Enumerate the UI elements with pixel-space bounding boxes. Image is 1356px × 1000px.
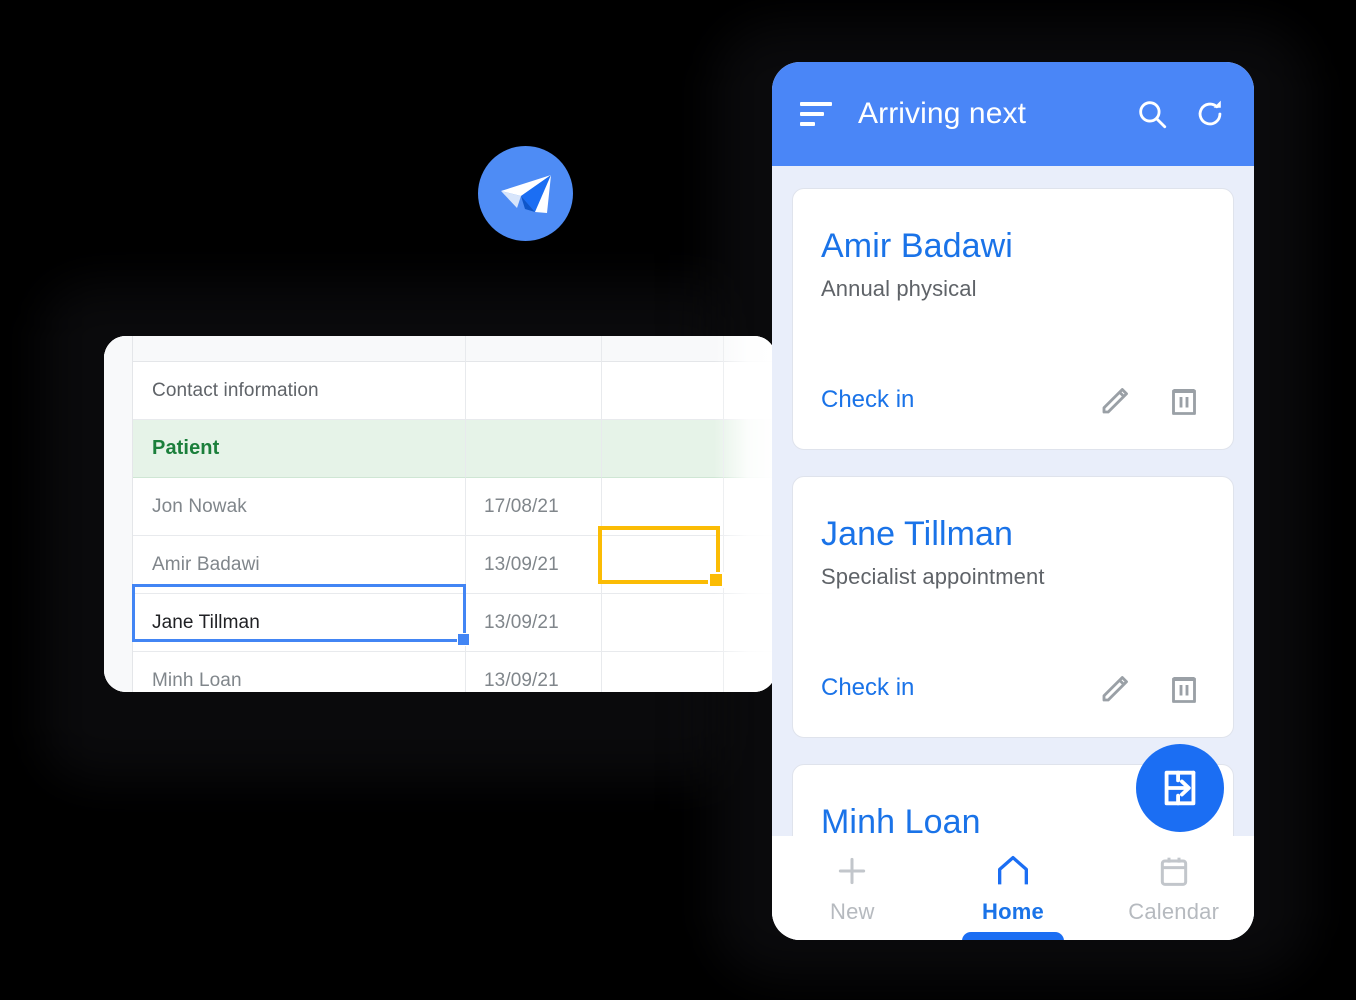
row-header-gutter: [104, 420, 132, 478]
search-icon[interactable]: [1132, 94, 1172, 134]
nav-label: New: [830, 899, 875, 924]
home-icon: [998, 856, 1028, 885]
grid-cell[interactable]: [466, 362, 602, 420]
appointment-card[interactable]: Amir Badawi Annual physical Check in: [792, 188, 1234, 450]
row-header-gutter: [104, 362, 132, 420]
cell-patient-name[interactable]: Minh Loan: [132, 652, 466, 692]
paper-plane-logo: [478, 146, 573, 241]
phone-mockup: Arriving next Amir Badawi Annual physica…: [772, 62, 1254, 940]
cell-patient-label[interactable]: Patient: [132, 420, 466, 478]
refresh-icon[interactable]: [1190, 94, 1230, 134]
calendar-icon: [1160, 857, 1187, 886]
pencil-icon[interactable]: [1095, 667, 1137, 709]
grid-cell[interactable]: [602, 336, 724, 362]
check-in-fab[interactable]: [1136, 744, 1224, 832]
app-bar-title: Arriving next: [858, 97, 1027, 130]
row-header-gutter: [104, 536, 132, 594]
grid-cell[interactable]: [724, 420, 776, 478]
cell-patient-date[interactable]: 17/08/21: [466, 478, 602, 536]
table-row[interactable]: Minh Loan 13/09/21: [104, 652, 776, 692]
table-row-contact-information[interactable]: Contact information: [104, 362, 776, 420]
appointment-card[interactable]: Jane Tillman Specialist appointment Chec…: [792, 476, 1234, 738]
appointment-type: Specialist appointment: [821, 564, 1045, 589]
login-enter-icon: [1164, 770, 1196, 806]
paper-plane-icon: [500, 174, 551, 213]
row-header-gutter: [104, 594, 132, 652]
row-header-gutter: [104, 652, 132, 692]
grid-cell[interactable]: [602, 362, 724, 420]
table-row-patient-header[interactable]: Patient: [104, 420, 776, 478]
nav-label: Calendar: [1128, 899, 1220, 924]
nav-item-new[interactable]: New: [772, 836, 933, 940]
spreadsheet-grid[interactable]: Contact information Patient Jon Nowak 17…: [104, 336, 776, 692]
nav-active-indicator: [962, 932, 1064, 940]
cell-patient-date[interactable]: 13/09/21: [466, 536, 602, 594]
cell-patient-date[interactable]: 13/09/21: [466, 652, 602, 692]
cell-patient-name[interactable]: Amir Badawi: [132, 536, 466, 594]
grid-cell[interactable]: [602, 594, 724, 652]
row-header-gutter: [104, 336, 132, 362]
table-row[interactable]: Jon Nowak 17/08/21: [104, 478, 776, 536]
cell-patient-name[interactable]: Jon Nowak: [132, 478, 466, 536]
appointment-card-actions: Check in: [821, 379, 1205, 421]
grid-cell[interactable]: [132, 336, 466, 362]
nav-item-calendar[interactable]: Calendar: [1093, 836, 1254, 940]
appointment-type: Annual physical: [821, 276, 977, 301]
spreadsheet-panel[interactable]: Contact information Patient Jon Nowak 17…: [104, 336, 776, 692]
grid-cell[interactable]: [724, 336, 776, 362]
cell-patient-date[interactable]: 13/09/21: [466, 594, 602, 652]
nav-item-home[interactable]: Home: [933, 836, 1094, 940]
appointment-card-actions: Check in: [821, 667, 1205, 709]
grid-cell[interactable]: [724, 652, 776, 692]
grid-cell[interactable]: [724, 536, 776, 594]
row-header-gutter: [104, 478, 132, 536]
grid-cell[interactable]: [602, 536, 724, 594]
grid-cell[interactable]: [724, 362, 776, 420]
plus-icon: [839, 857, 866, 885]
grid-cell[interactable]: [602, 652, 724, 692]
screenshot-root: Contact information Patient Jon Nowak 17…: [0, 0, 1356, 1000]
sort-lines-menu-icon[interactable]: [800, 101, 832, 127]
spreadsheet-top-strip: [104, 336, 776, 362]
grid-cell[interactable]: [724, 478, 776, 536]
app-bar: Arriving next: [772, 62, 1254, 166]
cell-contact-information[interactable]: Contact information: [132, 362, 466, 420]
table-row[interactable]: Amir Badawi 13/09/21: [104, 536, 776, 594]
table-row[interactable]: Jane Tillman 13/09/21: [104, 594, 776, 652]
grid-cell[interactable]: [466, 336, 602, 362]
bottom-navigation[interactable]: New Home Calendar: [772, 836, 1254, 940]
grid-cell[interactable]: [466, 420, 602, 478]
trash-icon[interactable]: [1163, 667, 1205, 709]
check-in-button[interactable]: Check in: [821, 674, 1069, 702]
nav-label: Home: [982, 899, 1044, 924]
appointment-patient-name[interactable]: Jane Tillman: [821, 515, 1205, 554]
check-in-button[interactable]: Check in: [821, 386, 1069, 414]
grid-cell[interactable]: [602, 420, 724, 478]
appointment-patient-name[interactable]: Amir Badawi: [821, 227, 1205, 266]
cell-patient-name[interactable]: Jane Tillman: [132, 594, 466, 652]
pencil-icon[interactable]: [1095, 379, 1137, 421]
grid-cell[interactable]: [602, 478, 724, 536]
grid-cell[interactable]: [724, 594, 776, 652]
trash-icon[interactable]: [1163, 379, 1205, 421]
